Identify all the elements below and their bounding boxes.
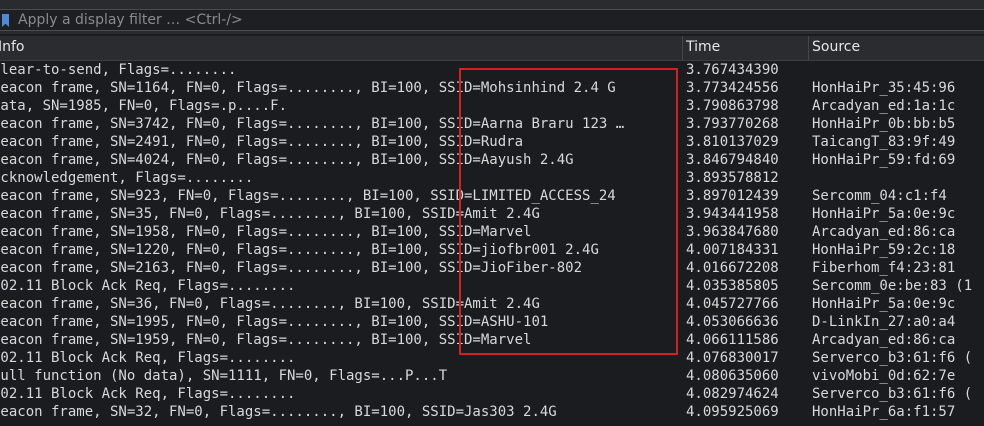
packet-row[interactable]: Beacon frame, SN=1958, FN=0, Flags=.....… [0,223,984,241]
display-filter-placeholder: Apply a display filter … <Ctrl-/> [18,12,243,28]
packet-row[interactable]: 802.11 Block Ack Req, Flags=........ 4.07… [0,349,984,367]
packet-time-cell: 4.076830017 [686,350,779,366]
packet-source-cell: Arcadyan_ed:86:ca [812,224,956,240]
packet-source-cell: vivoMobi_0d:62:7e [812,368,956,384]
packet-row[interactable]: Beacon frame, SN=923, FN=0, Flags=......… [0,187,984,205]
packet-info-cell: Beacon frame, SN=1958, FN=0, Flags=.....… [0,224,532,240]
packet-row[interactable]: Data, SN=1985, FN=0, Flags=.p....F. 3.790… [0,97,984,115]
packet-source-cell: D-LinkIn_27:a0:a4 [812,314,956,330]
packet-row[interactable]: Beacon frame, SN=4024, FN=0, Flags=.....… [0,151,984,169]
packet-info-cell: Beacon frame, SN=2491, FN=0, Flags=.....… [0,134,524,150]
packet-row[interactable]: Clear-to-send, Flags=........ 3.767434390 [0,61,984,79]
packet-info-cell: 802.11 Block Ack Req, Flags=........ [0,278,296,294]
packet-info-cell: Beacon frame, SN=32, FN=0, Flags=.......… [0,404,557,420]
packet-row[interactable]: Beacon frame, SN=1995, FN=0, Flags=.....… [0,313,984,331]
packet-row[interactable]: 802.11 Block Ack Req, Flags=........ 4.08… [0,385,984,403]
packet-list-scrollbar[interactable] [980,61,984,426]
packet-row[interactable]: Beacon frame, SN=35, FN=0, Flags=.......… [0,205,984,223]
packet-time-cell: 3.810137029 [686,134,779,150]
packet-source-cell: Serverco_b3:61:f6 ( [812,386,973,402]
packet-source-cell: HonHaiPr_5a:0e:9c [812,206,956,222]
packet-info-cell: Data, SN=1985, FN=0, Flags=.p....F. [0,98,288,114]
bookmark-icon[interactable] [2,14,9,27]
packet-time-cell: 3.943441958 [686,206,779,222]
packet-info-cell: Beacon frame, SN=1995, FN=0, Flags=.....… [0,314,549,330]
packet-row[interactable]: Beacon frame, SN=3742, FN=0, Flags=.....… [0,115,984,133]
packet-row[interactable]: Beacon frame, SN=2491, FN=0, Flags=.....… [0,133,984,151]
packet-row[interactable]: Beacon frame, SN=1959, FN=0, Flags=.....… [0,331,984,349]
packet-info-cell: Clear-to-send, Flags=........ [0,62,237,78]
packet-time-cell: 4.053066636 [686,314,779,330]
column-divider[interactable] [808,36,809,60]
packet-time-cell: 4.095925069 [686,404,779,420]
packet-source-cell: Arcadyan_ed:86:ca [812,332,956,348]
packet-source-cell: Fiberhom_f4:23:81 [812,260,956,276]
packet-time-cell: 3.773424556 [686,80,779,96]
packet-source-cell: HonHaiPr_0b:bb:b5 [812,116,956,132]
packet-source-cell: TaicangT_83:9f:49 [812,134,956,150]
packet-row[interactable]: Acknowledgement, Flags=........ 3.8935788… [0,169,984,187]
packet-source-cell: HonHaiPr_6a:f1:57 [812,404,956,420]
packet-info-cell: Beacon frame, SN=2163, FN=0, Flags=.....… [0,260,583,276]
packet-time-cell: 4.035385805 [686,278,779,294]
packet-info-cell: 802.11 Block Ack Req, Flags=........ [0,386,296,402]
packet-time-cell: 4.080635060 [686,368,779,384]
packet-source-cell: HonHaiPr_59:2c:18 [812,242,956,258]
packet-info-cell: Beacon frame, SN=1220, FN=0, Flags=.....… [0,242,599,258]
packet-list-header: Info Time Source [0,36,984,61]
packet-time-cell: 4.066111586 [686,332,779,348]
packet-source-cell: HonHaiPr_59:fd:69 [812,152,956,168]
packet-info-cell: Beacon frame, SN=923, FN=0, Flags=......… [0,188,616,204]
packet-row[interactable]: Beacon frame, SN=2163, FN=0, Flags=.....… [0,259,984,277]
packet-row[interactable]: Beacon frame, SN=36, FN=0, Flags=.......… [0,295,984,313]
packet-source-cell: HonHaiPr_5a:0e:9c [812,296,956,312]
packet-source-cell: HonHaiPr_35:45:96 [812,80,956,96]
column-header-source[interactable]: Source [812,39,860,55]
packet-row[interactable]: Beacon frame, SN=1164, FN=0, Flags=.....… [0,79,984,97]
packet-source-cell: Serverco_b3:61:f6 ( [812,350,973,366]
packet-time-cell: 3.767434390 [686,62,779,78]
packet-time-cell: 3.790863798 [686,98,779,114]
packet-info-cell: Beacon frame, SN=1164, FN=0, Flags=.....… [0,80,616,96]
packet-time-cell: 4.045727766 [686,296,779,312]
packet-source-cell: Arcadyan_ed:1a:1c [812,98,956,114]
column-divider[interactable] [682,36,683,60]
packet-time-cell: 4.016672208 [686,260,779,276]
packet-time-cell: 4.082974624 [686,386,779,402]
packet-row[interactable]: Null function (No data), SN=1111, FN=0, … [0,367,984,385]
packet-info-cell: Beacon frame, SN=1959, FN=0, Flags=.....… [0,332,532,348]
packet-source-cell: Sercomm_0e:be:83 (1 [812,278,973,294]
packet-time-cell: 4.007184331 [686,242,779,258]
packet-info-cell: Beacon frame, SN=36, FN=0, Flags=.......… [0,296,540,312]
packet-row[interactable]: 802.11 Block Ack Req, Flags=........ 4.03… [0,277,984,295]
packet-time-cell: 3.846794840 [686,152,779,168]
packet-time-cell: 3.793770268 [686,116,779,132]
packet-time-cell: 3.963847680 [686,224,779,240]
packet-row[interactable]: Beacon frame, SN=32, FN=0, Flags=.......… [0,403,984,421]
packet-info-cell: Beacon frame, SN=35, FN=0, Flags=.......… [0,206,540,222]
packet-list: Clear-to-send, Flags=........ 3.767434390… [0,61,984,421]
packet-row[interactable]: Beacon frame, SN=1220, FN=0, Flags=.....… [0,241,984,259]
packet-time-cell: 3.897012439 [686,188,779,204]
packet-time-cell: 3.893578812 [686,170,779,186]
column-header-time[interactable]: Time [686,39,720,55]
packet-info-cell: Null function (No data), SN=1111, FN=0, … [0,368,448,384]
packet-info-cell: Beacon frame, SN=4024, FN=0, Flags=.....… [0,152,574,168]
packet-info-cell: Beacon frame, SN=3742, FN=0, Flags=.....… [0,116,625,132]
packet-source-cell: Sercomm_04:c1:f4 [812,188,947,204]
packet-info-cell: Acknowledgement, Flags=........ [0,170,254,186]
column-header-info[interactable]: Info [0,39,25,55]
display-filter-input[interactable]: Apply a display filter … <Ctrl-/> [0,9,984,31]
display-filter-toolbar: Apply a display filter … <Ctrl-/> [0,0,984,34]
packet-info-cell: 802.11 Block Ack Req, Flags=........ [0,350,296,366]
